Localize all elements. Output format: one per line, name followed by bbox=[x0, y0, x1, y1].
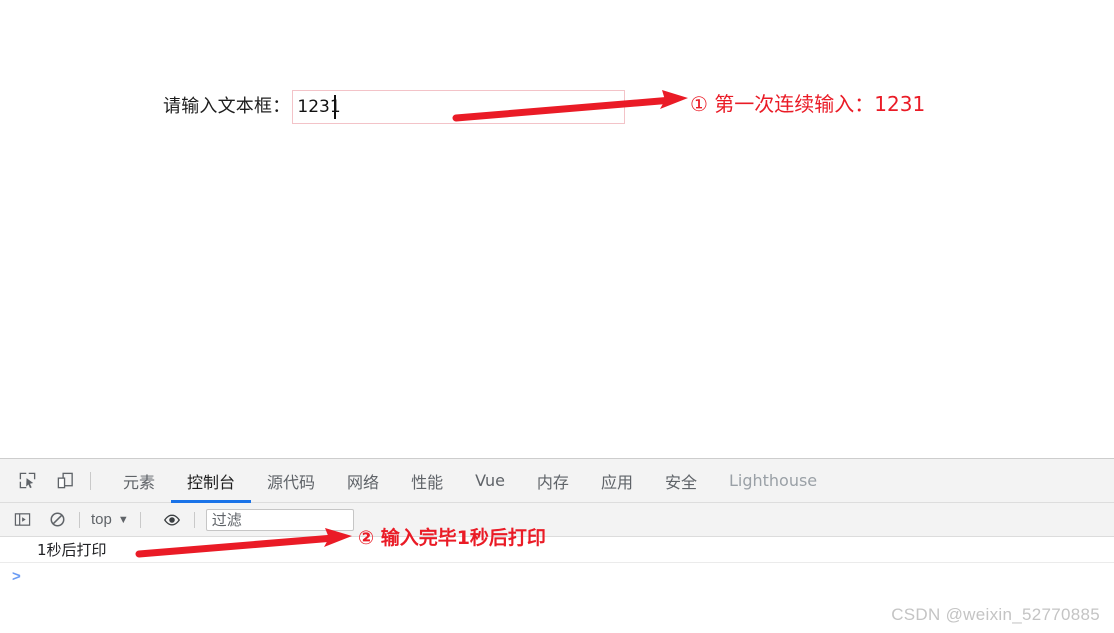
browser-page-viewport: 请输入文本框： bbox=[0, 0, 1114, 458]
console-toolbar: top ▼ bbox=[0, 503, 1114, 537]
tabbar-divider bbox=[90, 471, 91, 490]
tab-console[interactable]: 控制台 bbox=[171, 459, 252, 503]
text-input-label: 请输入文本框： bbox=[163, 96, 291, 117]
tab-label: Lighthouse bbox=[728, 471, 818, 490]
tab-elements[interactable]: 元素 bbox=[107, 459, 171, 503]
console-message-text: 1秒后打印 bbox=[37, 541, 107, 559]
tab-vue[interactable]: Vue bbox=[459, 459, 521, 503]
tab-label: 内存 bbox=[536, 472, 569, 492]
devtools-tab-list: 元素 控制台 源代码 网络 性能 Vue 内存 应用 安全 Lighthouse bbox=[107, 459, 833, 503]
tab-sources[interactable]: 源代码 bbox=[251, 459, 331, 503]
watermark-text: CSDN @weixin_52770885 bbox=[891, 605, 1100, 624]
clear-console-icon[interactable] bbox=[44, 507, 70, 533]
tab-label: 应用 bbox=[600, 472, 633, 492]
tab-label: 安全 bbox=[664, 472, 697, 492]
tab-network[interactable]: 网络 bbox=[331, 459, 395, 503]
execution-context-selector[interactable]: top ▼ bbox=[89, 511, 131, 528]
chevron-down-icon: ▼ bbox=[117, 513, 129, 526]
tab-label: 源代码 bbox=[267, 472, 316, 492]
eye-icon[interactable] bbox=[159, 507, 185, 533]
text-input-form-row: 请输入文本框： bbox=[163, 90, 626, 124]
text-input[interactable] bbox=[292, 90, 626, 124]
toolbar-divider-3 bbox=[193, 511, 195, 528]
tab-security[interactable]: 安全 bbox=[649, 459, 713, 503]
tab-label: 控制台 bbox=[187, 472, 236, 492]
toolbar-divider-1 bbox=[79, 511, 80, 528]
console-prompt-row[interactable]: > bbox=[0, 563, 1114, 589]
tab-performance[interactable]: 性能 bbox=[395, 459, 459, 503]
execution-context-label: top bbox=[91, 511, 112, 528]
tab-application[interactable]: 应用 bbox=[585, 459, 649, 503]
tab-label: Vue bbox=[475, 471, 505, 490]
inspect-element-icon[interactable] bbox=[12, 466, 42, 496]
tab-label: 网络 bbox=[347, 472, 380, 492]
prompt-chevron-icon: > bbox=[12, 567, 21, 585]
tab-label: 性能 bbox=[411, 472, 444, 492]
tab-memory[interactable]: 内存 bbox=[521, 459, 585, 503]
devtools-tabbar: 元素 控制台 源代码 网络 性能 Vue 内存 应用 安全 Lighthouse bbox=[0, 459, 1114, 503]
console-filter-input[interactable] bbox=[205, 508, 354, 531]
toolbar-divider-2 bbox=[139, 511, 141, 528]
device-toolbar-icon[interactable] bbox=[50, 466, 80, 496]
text-input-wrapper bbox=[292, 90, 626, 124]
tab-label: 元素 bbox=[123, 472, 156, 492]
console-message-row[interactable]: 1秒后打印 bbox=[0, 537, 1114, 563]
tab-lighthouse[interactable]: Lighthouse bbox=[713, 459, 833, 503]
console-sidebar-icon[interactable] bbox=[9, 507, 35, 533]
text-cursor-caret bbox=[334, 95, 336, 119]
